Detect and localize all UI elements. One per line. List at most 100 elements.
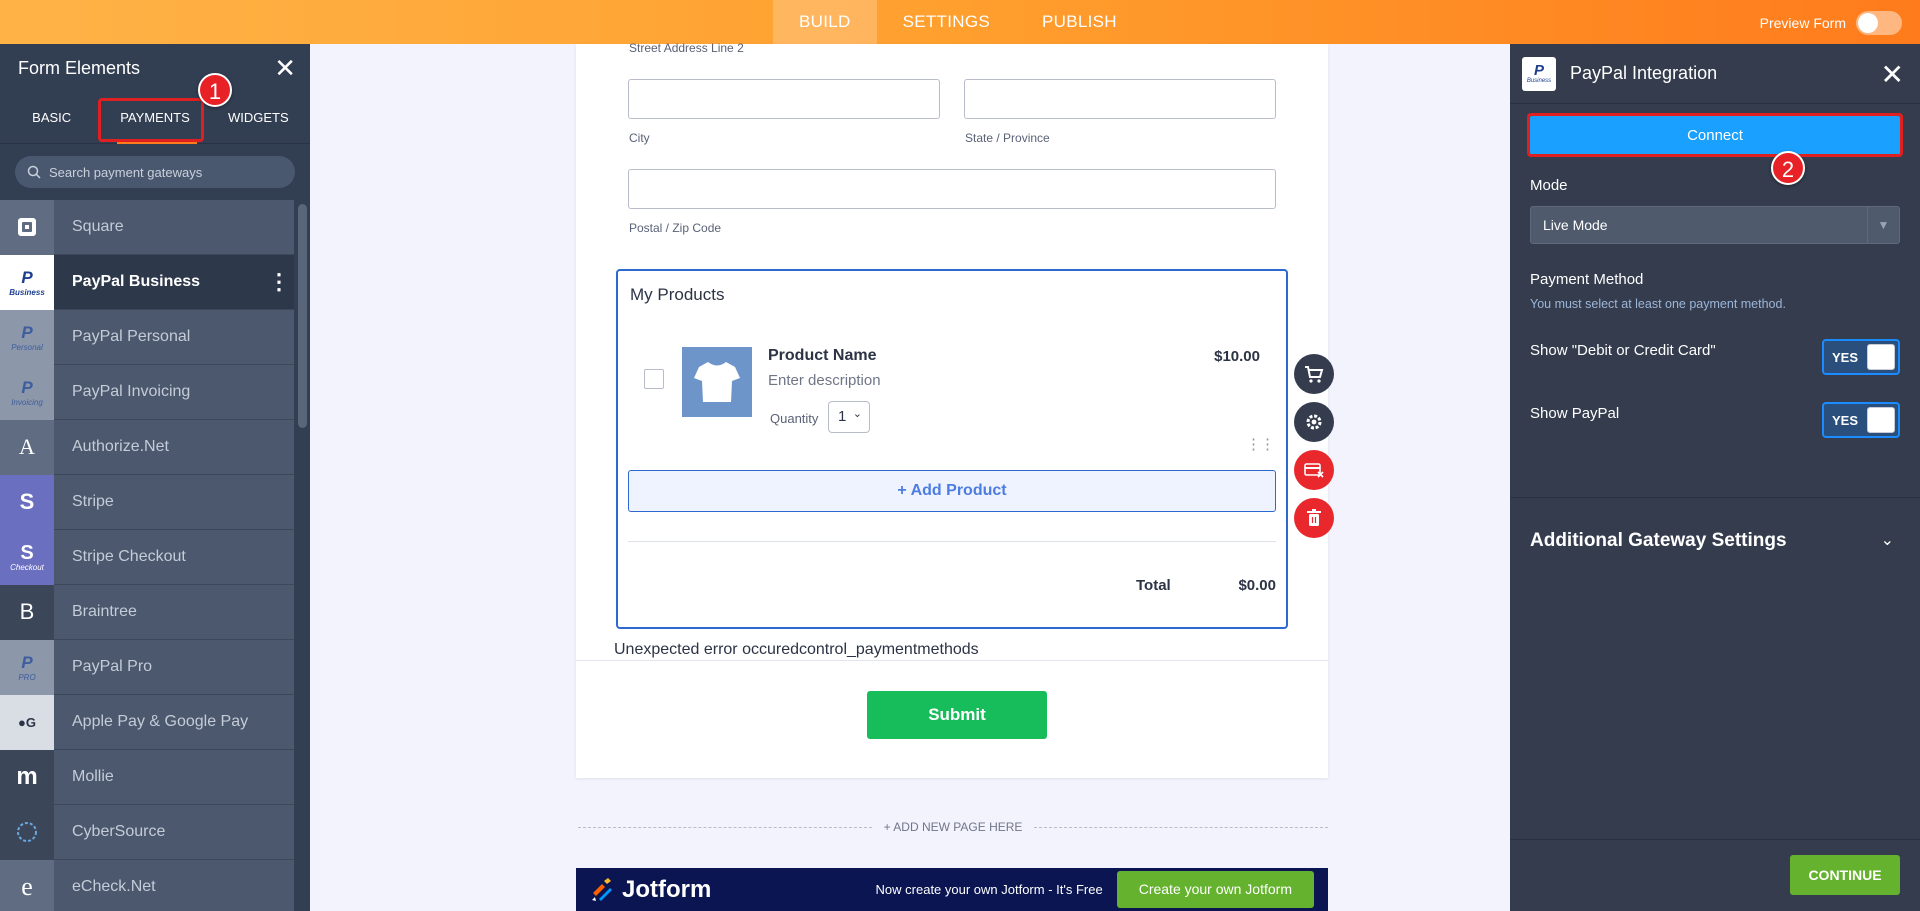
create-jotform-button[interactable]: Create your own Jotform — [1116, 871, 1314, 908]
authorize-net-icon: A — [0, 419, 54, 475]
gateway-item-authorize-net[interactable]: A Authorize.Net — [0, 419, 294, 475]
cart-icon — [1305, 366, 1324, 383]
mode-select[interactable]: Live Mode ▼ — [1530, 206, 1900, 244]
add-new-page-label: + ADD NEW PAGE HERE — [883, 820, 1023, 834]
gateway-scrollbar-thumb[interactable] — [298, 204, 307, 428]
gateway-label: Authorize.Net — [72, 438, 169, 455]
gateway-label: Apple Pay & Google Pay — [72, 713, 249, 730]
paypal-invoicing-icon: P Invoicing — [0, 364, 54, 420]
cybersource-icon — [0, 804, 54, 860]
cart-button[interactable] — [1294, 354, 1334, 394]
postal-label: Postal / Zip Code — [629, 221, 722, 235]
paypal-business-icon: P Business — [0, 254, 54, 310]
postal-input[interactable] — [628, 169, 1276, 209]
add-product-button[interactable]: + Add Product — [628, 470, 1276, 512]
chevron-down-icon[interactable]: ⌄ — [1881, 530, 1894, 550]
annotation-box-connect — [1527, 113, 1903, 157]
square-icon — [0, 199, 54, 255]
delete-button[interactable] — [1294, 498, 1334, 538]
gateway-label: PayPal Pro — [72, 658, 153, 675]
gateway-label: Stripe — [72, 493, 114, 510]
jotform-banner: Jotform Now create your own Jotform - It… — [576, 868, 1328, 911]
products-field[interactable]: My Products Product Name Enter descripti… — [616, 269, 1288, 629]
paypal-personal-icon: P Personal — [0, 309, 54, 365]
gateway-label: Square — [72, 218, 124, 235]
products-title: My Products — [630, 285, 725, 304]
gateway-list: Square P Business PayPal Business ⋮ P Pers… — [0, 199, 294, 911]
echeck-net-icon: e — [0, 859, 54, 911]
state-input[interactable] — [964, 79, 1276, 119]
preview-form: Preview Form — [1760, 11, 1902, 35]
show-card-toggle[interactable]: YES — [1822, 339, 1900, 375]
gateway-item-cybersource[interactable]: CyberSource — [0, 804, 294, 860]
gateway-item-paypal-pro[interactable]: P PRO PayPal Pro — [0, 639, 294, 695]
search-icon — [27, 165, 41, 179]
tab-build[interactable]: BUILD — [773, 0, 877, 44]
more-options-icon[interactable]: ⋮ — [264, 271, 294, 293]
braintree-icon: B — [0, 584, 54, 640]
jotform-logo: Jotform — [590, 876, 711, 904]
add-new-page[interactable]: + ADD NEW PAGE HERE — [578, 820, 1328, 834]
error-message: Unexpected error occuredcontrol_paymentm… — [614, 641, 979, 658]
tshirt-icon — [694, 362, 740, 402]
form-elements-title: Form Elements — [18, 57, 141, 78]
quantity-select[interactable]: 1 ⌄ — [828, 401, 870, 433]
gateway-item-apple-google-pay[interactable]: ●G Apple Pay & Google Pay — [0, 694, 294, 750]
chevron-down-icon: ▼ — [1867, 207, 1899, 243]
gateway-item-stripe[interactable]: S Stripe — [0, 474, 294, 530]
search-gateways-input[interactable]: Search payment gateways — [15, 156, 295, 188]
preview-form-toggle[interactable] — [1856, 11, 1902, 35]
tab-basic[interactable]: BASIC — [0, 92, 103, 144]
tab-publish[interactable]: PUBLISH — [1016, 0, 1143, 44]
city-input[interactable] — [628, 79, 940, 119]
gateway-item-braintree[interactable]: B Braintree — [0, 584, 294, 640]
close-icon[interactable]: ✕ — [1881, 58, 1904, 91]
dash-line-right — [1034, 826, 1328, 828]
show-paypal-toggle-value: YES — [1832, 413, 1859, 428]
form-divider — [576, 660, 1328, 661]
toggle-knob — [1867, 344, 1895, 370]
gateway-item-paypal-personal[interactable]: P Personal PayPal Personal — [0, 309, 294, 365]
mode-label: Mode — [1530, 177, 1568, 194]
payment-method-hint: You must select at least one payment met… — [1530, 297, 1786, 311]
apple-google-pay-icon: ●G — [0, 694, 54, 750]
icon-caption: Personal — [11, 342, 43, 352]
logo-caption: Business — [1526, 78, 1552, 84]
payment-method-label: Payment Method — [1530, 271, 1644, 288]
settings-button[interactable] — [1294, 402, 1334, 442]
quantity-value: 1 — [838, 408, 847, 425]
integration-title: PayPal Integration — [1570, 63, 1718, 83]
form-elements-header: Form Elements ✕ — [0, 44, 310, 92]
gateway-item-paypal-invoicing[interactable]: P Invoicing PayPal Invoicing — [0, 364, 294, 420]
show-card-label: Show "Debit or Credit Card" — [1530, 342, 1716, 359]
gateway-item-paypal-business[interactable]: P Business PayPal Business ⋮ — [0, 254, 294, 310]
paypal-business-icon: P Business — [1522, 56, 1556, 91]
additional-gateway-settings[interactable]: Additional Gateway Settings — [1530, 530, 1787, 552]
close-icon[interactable]: ✕ — [274, 55, 296, 81]
gear-icon — [1306, 414, 1322, 430]
gateway-item-stripe-checkout[interactable]: S Checkout Stripe Checkout — [0, 529, 294, 585]
street-address-line2-label: Street Address Line 2 — [629, 41, 744, 55]
gateway-item-mollie[interactable]: m Mollie — [0, 749, 294, 805]
top-bar: BUILD SETTINGS PUBLISH Preview Form — [0, 0, 1920, 44]
product-checkbox[interactable] — [644, 369, 664, 389]
card-remove-icon — [1304, 463, 1324, 478]
submit-button[interactable]: Submit — [867, 691, 1047, 739]
drag-handle-icon[interactable]: ⋮⋮ — [1246, 437, 1275, 452]
builder-tabs: BUILD SETTINGS PUBLISH — [773, 0, 1143, 44]
gateway-item-square[interactable]: Square — [0, 199, 294, 255]
show-paypal-toggle[interactable]: YES — [1822, 402, 1900, 438]
mollie-icon: m — [0, 749, 54, 805]
gateway-item-echeck-net[interactable]: e eCheck.Net — [0, 859, 294, 911]
icon-glyph: S — [20, 541, 34, 564]
tab-settings[interactable]: SETTINGS — [877, 0, 1016, 44]
gateway-label: Mollie — [72, 768, 114, 785]
total-label: Total — [1136, 577, 1171, 594]
continue-button[interactable]: CONTINUE — [1790, 855, 1900, 895]
quantity-label: Quantity — [770, 411, 819, 426]
stripe-icon: S — [0, 474, 54, 530]
icon-caption: Invoicing — [11, 397, 43, 407]
gateway-label: Stripe Checkout — [72, 548, 186, 565]
remove-payment-button[interactable] — [1294, 450, 1334, 490]
state-label: State / Province — [965, 131, 1050, 145]
